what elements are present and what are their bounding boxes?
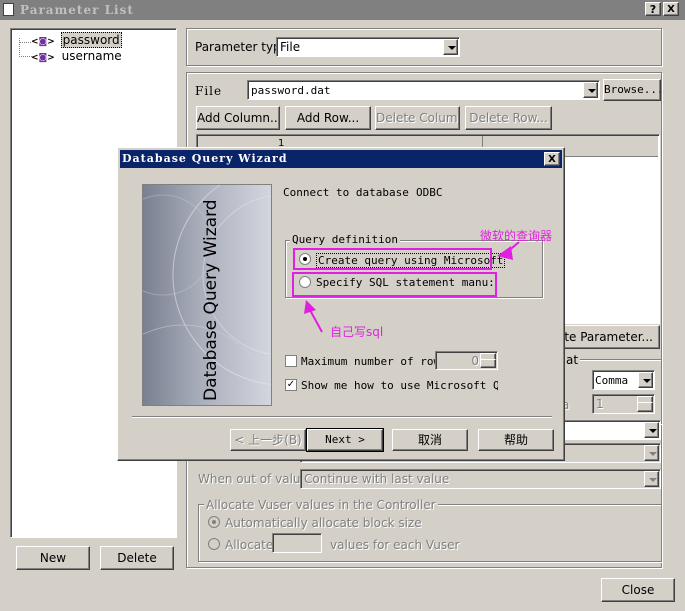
- allocate-group: [198, 504, 662, 562]
- tree-item-username[interactable]: <◙> username: [31, 49, 122, 63]
- cancel-button[interactable]: 取消: [392, 429, 468, 451]
- file-label: File: [195, 84, 223, 98]
- delete-column-button[interactable]: Delete Column...: [375, 106, 460, 130]
- file-value: password.dat: [251, 84, 331, 97]
- back-button[interactable]: < 上一步(B): [230, 429, 306, 451]
- connect-database-value: ODBC: [416, 186, 443, 199]
- delete-row-button[interactable]: Delete Row...: [465, 106, 552, 130]
- chevron-down-icon[interactable]: [644, 422, 659, 438]
- close-title-button[interactable]: X: [663, 2, 679, 16]
- spin-down-icon[interactable]: [637, 402, 653, 412]
- spin-down-icon[interactable]: [480, 359, 496, 368]
- annotation-write-sql: 自己写sql: [330, 325, 384, 339]
- help-title-button[interactable]: ?: [645, 2, 661, 16]
- annotation-arrow-icon: [304, 300, 323, 333]
- first-data-value: 1: [596, 397, 604, 411]
- delimiter-value: Comma: [595, 374, 629, 387]
- window-title: Parameter List: [20, 3, 134, 17]
- new-button[interactable]: New: [16, 546, 90, 570]
- first-data-spinner[interactable]: 1: [592, 394, 655, 414]
- out-of-values-value: Continue with last value: [304, 472, 450, 486]
- parameter-type-select[interactable]: File: [276, 37, 460, 57]
- add-column-button[interactable]: Add Column...: [196, 106, 280, 130]
- chevron-down-icon[interactable]: [644, 445, 659, 461]
- parameter-icon: <◙>: [31, 53, 55, 63]
- show-me-label: Show me how to use Microsoft Quer: [301, 379, 498, 392]
- manual-allocate-radio[interactable]: [208, 538, 220, 550]
- allocate-group-label: Allocate Vuser values in the Controller: [204, 498, 438, 512]
- annotation-highlight-create-query: [293, 248, 492, 270]
- max-rows-label: Maximum number of row: [301, 355, 441, 368]
- chevron-down-icon[interactable]: [644, 471, 659, 487]
- parameter-type-value: File: [280, 40, 301, 54]
- delimiter-group-label: at: [564, 353, 581, 367]
- manual-allocate-input[interactable]: [272, 533, 322, 553]
- file-select[interactable]: password.dat: [247, 80, 600, 100]
- auto-allocate-radio[interactable]: [208, 516, 220, 528]
- chevron-down-icon[interactable]: [638, 372, 653, 388]
- query-definition-label: Query definition: [290, 233, 400, 246]
- max-rows-spinner[interactable]: 0: [435, 351, 498, 370]
- tree-item-password[interactable]: <◙> password: [31, 32, 122, 48]
- tree-connector: [19, 42, 31, 43]
- help-button[interactable]: 帮助: [478, 429, 554, 451]
- tree-item-label: username: [61, 49, 122, 63]
- wizard-side-image: Database Query Wizard: [142, 184, 272, 406]
- window-app-icon: [3, 3, 14, 16]
- auto-allocate-label: Automatically allocate block size: [225, 516, 422, 530]
- wizard-close-button[interactable]: X: [544, 152, 560, 166]
- chevron-down-icon[interactable]: [583, 82, 598, 98]
- manual-allocate-suffix: values for each Vuser: [330, 538, 460, 552]
- wizard-side-title: Database Query Wizard: [201, 199, 221, 401]
- delete-button[interactable]: Delete: [100, 546, 174, 570]
- chevron-down-icon[interactable]: [443, 39, 458, 55]
- parameter-icon: <◙>: [31, 37, 55, 47]
- add-row-button[interactable]: Add Row...: [285, 106, 371, 130]
- window-title-bar: Parameter List ? X: [0, 0, 685, 20]
- annotation-highlight-specify-sql: [292, 272, 497, 297]
- max-rows-checkbox[interactable]: [285, 355, 297, 367]
- out-of-values-select[interactable]: Continue with last value: [300, 469, 661, 489]
- tree-item-label: password: [60, 32, 122, 48]
- close-button[interactable]: Close: [601, 578, 675, 602]
- wizard-title-bar: Database Query Wizard X: [120, 150, 562, 168]
- wizard-divider: [132, 416, 552, 418]
- delimiter-select[interactable]: Comma: [592, 370, 655, 390]
- browse-button[interactable]: Browse...: [603, 79, 661, 101]
- wizard-title: Database Query Wizard: [122, 152, 288, 165]
- database-query-wizard-dialog: Database Query Wizard X Database Query W…: [117, 147, 565, 461]
- annotation-arrow-icon: [497, 241, 520, 260]
- manual-allocate-label: Allocate: [225, 538, 274, 552]
- show-me-checkbox[interactable]: ✓: [285, 379, 297, 391]
- next-button[interactable]: Next >: [306, 428, 384, 452]
- connect-database-label: Connect to database: [283, 186, 409, 199]
- max-rows-value: 0: [471, 354, 479, 368]
